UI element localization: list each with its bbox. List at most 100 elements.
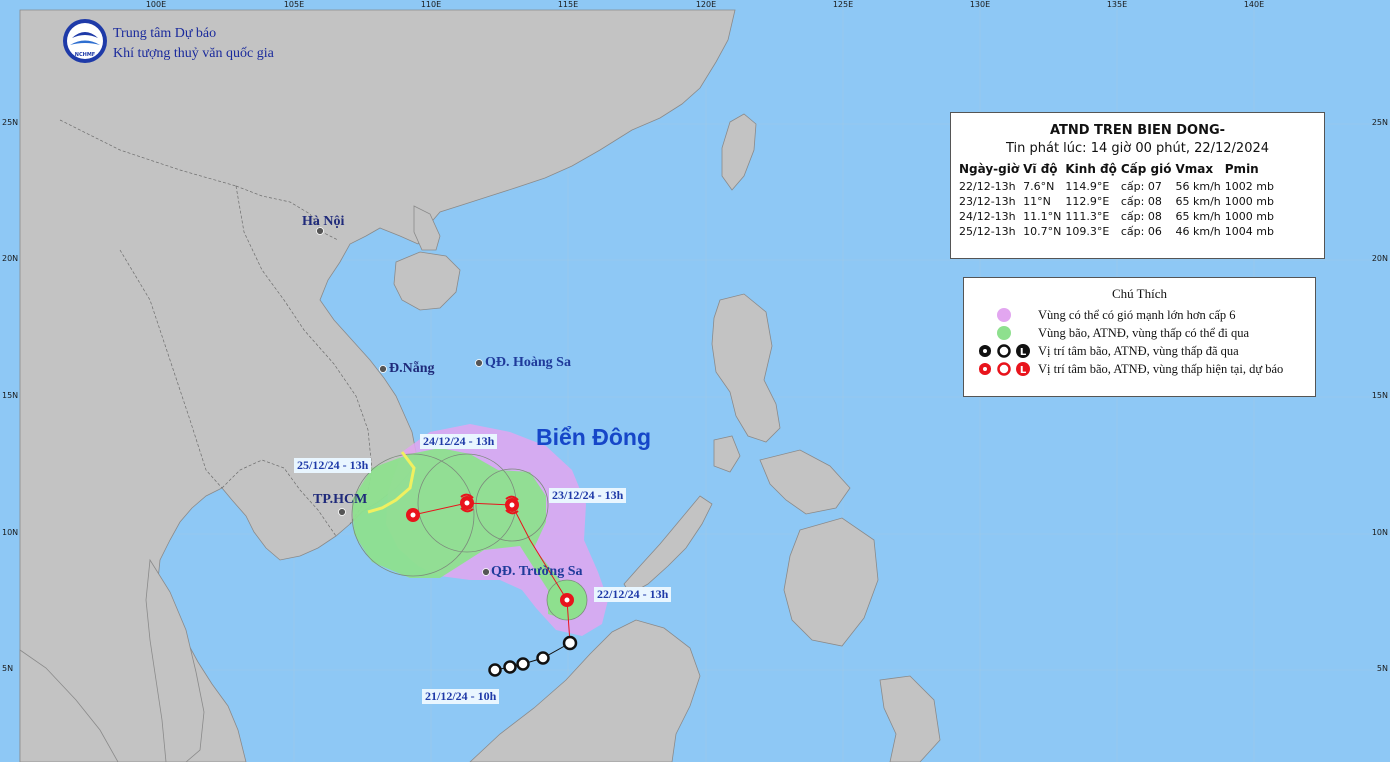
lat-tick-left: 10N bbox=[2, 528, 19, 537]
table-cell: 1000 mb bbox=[1224, 195, 1274, 208]
label-truong-sa: QĐ. Trường Sa bbox=[491, 564, 583, 579]
past-storm-symbol-icon bbox=[979, 345, 991, 357]
lon-tick: 120E bbox=[695, 0, 717, 9]
lon-tick: 105E bbox=[283, 0, 305, 9]
lon-tick: 100E bbox=[145, 0, 167, 9]
land bbox=[19, 9, 941, 762]
taiwan-island bbox=[721, 113, 757, 191]
lat-tick-right: 15N bbox=[1371, 391, 1388, 400]
table-cell: 56 km/h bbox=[1175, 180, 1221, 193]
legend-box: Chú Thích Vùng có thể có gió mạnh lớn hơ… bbox=[963, 277, 1316, 397]
past-depression-symbol-icon bbox=[997, 344, 1011, 358]
green-zone-swatch-icon bbox=[997, 326, 1011, 340]
lat-tick-left: 25N bbox=[2, 118, 19, 127]
past-position-marker bbox=[536, 651, 550, 665]
table-row: 23/12-13h 11°N 112.9°E cấp: 08 65 km/h 1… bbox=[959, 194, 1278, 209]
lon-tick: 115E bbox=[557, 0, 579, 9]
table-cell: 1002 mb bbox=[1224, 180, 1274, 193]
table-cell: cấp: 07 bbox=[1120, 180, 1162, 193]
table-cell: 11.1°N bbox=[1023, 210, 1062, 223]
label-hanoi: Hà Nội bbox=[302, 214, 345, 229]
lat-tick-right: 10N bbox=[1371, 528, 1388, 537]
table-cell: 111.3°E bbox=[1065, 210, 1110, 223]
bulletin-box: ATND TREN BIEN DONG- Tin phát lúc: 14 gi… bbox=[950, 112, 1325, 259]
track-label-22: 22/12/24 - 13h bbox=[594, 587, 672, 602]
table-row: 24/12-13h 11.1°N 111.3°E cấp: 08 65 km/h… bbox=[959, 209, 1278, 224]
past-position-marker bbox=[516, 657, 530, 671]
table-cell: 11°N bbox=[1023, 195, 1051, 208]
label-hoang-sa: QĐ. Hoàng Sa bbox=[485, 355, 571, 370]
lat-tick-left: 20N bbox=[2, 254, 19, 263]
svg-text:L: L bbox=[1020, 365, 1027, 376]
lat-tick-right: 25N bbox=[1371, 118, 1388, 127]
table-cell: 109.3°E bbox=[1065, 225, 1110, 238]
agency-line-1: Trung tâm Dự báo bbox=[113, 26, 217, 41]
table-cell: 25/12-13h bbox=[959, 225, 1016, 238]
truongsa-dot bbox=[482, 568, 490, 576]
forecast-table: Ngày-giờ Vĩ độ Kinh độ Cấp gió Vmax Pmin… bbox=[959, 162, 1278, 239]
past-position-marker bbox=[488, 663, 502, 677]
table-cell: 1000 mb bbox=[1224, 210, 1274, 223]
legend-item-label: Vị trí tâm bão, ATNĐ, vùng thấp hiện tại… bbox=[1038, 361, 1284, 376]
lat-tick-right: 5N bbox=[1376, 664, 1388, 673]
past-position-marker bbox=[503, 660, 517, 674]
column-header: Pmin bbox=[1224, 162, 1259, 176]
table-header-row: Ngày-giờ Vĩ độ Kinh độ Cấp gió Vmax Pmin bbox=[959, 162, 1278, 179]
legend-item: L Vị trí tâm bão, ATNĐ, vùng thấp hiện t… bbox=[970, 360, 1283, 378]
mindanao-island bbox=[783, 517, 879, 647]
bulletin-issued: Tin phát lúc: 14 giờ 00 phút, 22/12/2024 bbox=[1005, 141, 1270, 156]
lat-tick-left: 15N bbox=[2, 391, 19, 400]
table-cell: 65 km/h bbox=[1175, 195, 1221, 208]
legend-item: L Vị trí tâm bão, ATNĐ, vùng thấp đã qua bbox=[970, 342, 1239, 360]
lat-tick-right: 20N bbox=[1371, 254, 1388, 263]
track-label-25: 25/12/24 - 13h bbox=[294, 458, 372, 473]
table-cell: cấp: 08 bbox=[1120, 210, 1162, 223]
table-cell: 46 km/h bbox=[1175, 225, 1221, 238]
legend-item: Vùng bão, ATNĐ, vùng thấp có thể đi qua bbox=[970, 324, 1249, 342]
track-label-24: 24/12/24 - 13h bbox=[420, 434, 498, 449]
lon-tick: 135E bbox=[1106, 0, 1128, 9]
nchmf-logo: NCHMF bbox=[63, 19, 107, 63]
lon-tick: 130E bbox=[969, 0, 991, 9]
table-cell: 23/12-13h bbox=[959, 195, 1016, 208]
hainan-island bbox=[393, 251, 461, 311]
column-header: Vmax bbox=[1175, 162, 1214, 176]
current-low-symbol-icon: L bbox=[1016, 362, 1030, 376]
table-cell: 1004 mb bbox=[1224, 225, 1274, 238]
borneo-island bbox=[469, 619, 701, 762]
current-depression-symbol-icon bbox=[997, 362, 1011, 376]
label-hcm: TP.HCM bbox=[313, 492, 368, 507]
logo-text: NCHMF bbox=[75, 52, 95, 58]
table-cell: 10.7°N bbox=[1023, 225, 1062, 238]
table-cell: 24/12-13h bbox=[959, 210, 1016, 223]
table-row: 22/12-13h 7.6°N 114.9°E cấp: 07 56 km/h … bbox=[959, 179, 1278, 194]
legend-item-label: Vùng có thể có gió mạnh lớn hơn cấp 6 bbox=[1038, 307, 1236, 322]
table-row: 25/12-13h 10.7°N 109.3°E cấp: 06 46 km/h… bbox=[959, 224, 1278, 239]
sulawesi-fragment bbox=[879, 675, 941, 762]
luzon-island bbox=[711, 293, 781, 443]
visayas-islands bbox=[759, 449, 851, 515]
table-cell: 65 km/h bbox=[1175, 210, 1221, 223]
lon-tick: 125E bbox=[832, 0, 854, 9]
hcm-dot bbox=[338, 508, 346, 516]
table-cell: cấp: 06 bbox=[1120, 225, 1162, 238]
column-header: Cấp gió bbox=[1120, 162, 1172, 176]
mindoro-island bbox=[713, 435, 741, 473]
palawan-island bbox=[623, 495, 713, 595]
table-cell: 112.9°E bbox=[1065, 195, 1110, 208]
storm-map: 100E 105E 110E 115E 120E 125E 130E 135E … bbox=[0, 0, 1390, 762]
past-low-symbol-icon: L bbox=[1016, 344, 1030, 358]
legend-title: Chú Thích bbox=[1111, 286, 1167, 301]
past-position-marker bbox=[562, 635, 578, 651]
column-header: Vĩ độ bbox=[1023, 162, 1058, 176]
purple-zone-swatch-icon bbox=[997, 308, 1011, 322]
table-cell: 7.6°N bbox=[1023, 180, 1055, 193]
hoangsa-dot bbox=[475, 359, 483, 367]
lon-tick: 140E bbox=[1243, 0, 1265, 9]
lat-tick-left: 5N bbox=[2, 664, 14, 673]
table-cell: 22/12-13h bbox=[959, 180, 1016, 193]
legend-item-label: Vị trí tâm bão, ATNĐ, vùng thấp đã qua bbox=[1038, 343, 1239, 358]
column-header: Kinh độ bbox=[1065, 162, 1117, 176]
agency-line-2: Khí tượng thuỷ văn quốc gia bbox=[113, 46, 274, 61]
label-bien-dong: Biển Đông bbox=[536, 424, 651, 450]
